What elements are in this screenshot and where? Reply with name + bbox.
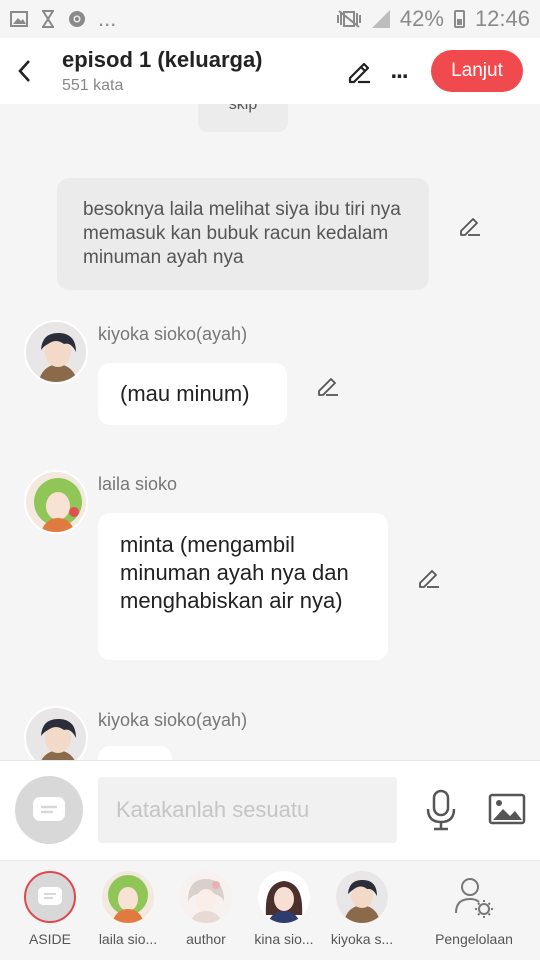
character-label: ASIDE (28, 931, 71, 947)
header-actions: ... Lanjut (339, 50, 523, 92)
manage-icon-wrap (448, 871, 500, 923)
skip-bubble[interactable]: skip (198, 104, 288, 132)
kina-avatar-icon (258, 871, 310, 923)
laila-avatar (102, 871, 154, 923)
avatar-laila[interactable] (24, 470, 88, 534)
chat-bubble-icon (38, 887, 62, 905)
message-input[interactable] (98, 777, 397, 843)
kina-avatar (258, 871, 310, 923)
continue-button[interactable]: Lanjut (431, 50, 523, 92)
input-bar (0, 760, 540, 860)
gallery-icon (10, 11, 28, 27)
status-dots: ... (98, 6, 117, 31)
message-bubble[interactable] (98, 746, 172, 760)
manage-characters-button[interactable]: Pengelolaan (424, 871, 524, 947)
kiyoka-avatar (336, 871, 388, 923)
chat-area[interactable]: skip besoknya laila melihat siya ibu tir… (0, 104, 540, 760)
laila-avatar-icon (102, 871, 154, 923)
signal-icon (371, 10, 390, 28)
kiyoka-avatar-icon (26, 322, 86, 382)
avatar-kiyoka[interactable] (24, 320, 88, 384)
character-laila[interactable]: laila sio... (90, 871, 166, 947)
speaker-name: kiyoka sioko(ayah) (98, 710, 248, 730)
aside-avatar (24, 871, 76, 923)
more-options-button[interactable]: ... (379, 51, 419, 91)
laila-avatar-icon (26, 472, 86, 532)
header: episod 1 (keluarga) 551 kata ... Lanjut (0, 38, 540, 104)
character-kiyoka[interactable]: kiyoka s... (324, 871, 400, 947)
chat-bubble-icon (33, 797, 65, 821)
character-label: kiyoka s... (330, 931, 394, 947)
character-label: author (186, 931, 226, 947)
battery-icon (453, 10, 465, 28)
author-avatar (180, 871, 232, 923)
character-label: kina sio... (254, 931, 314, 947)
word-count: 551 kata (62, 77, 124, 94)
edit-narration-icon[interactable] (458, 214, 482, 238)
message-bubble[interactable]: minta (mengambil minuman ayah nya dan me… (98, 513, 388, 660)
character-aside[interactable]: ASIDE (12, 871, 88, 947)
kiyoka-avatar-icon (26, 708, 86, 760)
message-bubble[interactable]: (mau minum) (98, 363, 287, 425)
character-label: Pengelolaan (435, 931, 513, 947)
microphone-icon (426, 789, 456, 831)
clock: 12:46 (474, 6, 530, 31)
edit-message-icon[interactable] (417, 566, 441, 590)
character-label: laila sio... (98, 931, 158, 947)
voice-button[interactable] (424, 789, 458, 836)
narration-bubble[interactable]: besoknya laila melihat siya ibu tiri nya… (57, 178, 429, 290)
user-settings-icon (455, 878, 493, 918)
edit-title-button[interactable] (339, 51, 379, 91)
character-author[interactable]: author (168, 871, 244, 947)
status-right: 42% 12:46 (336, 6, 530, 32)
status-bar: ... 42% 12:46 (0, 0, 540, 38)
image-icon (488, 793, 526, 825)
battery-percent: 42% (399, 6, 444, 31)
page-title: episod 1 (keluarga) (62, 47, 263, 72)
edit-message-icon[interactable] (316, 374, 340, 398)
pencil-icon (348, 62, 370, 84)
chrome-icon (69, 11, 85, 27)
character-bar: ASIDE laila sio... author kina sio... ki… (0, 860, 540, 960)
speaker-name: kiyoka sioko(ayah) (98, 324, 248, 344)
aside-toggle-button[interactable] (15, 776, 83, 844)
image-button[interactable] (488, 793, 526, 830)
avatar-kiyoka[interactable] (24, 706, 88, 760)
author-avatar-icon (180, 871, 232, 923)
chevron-left-icon (18, 60, 30, 82)
vibrate-mute-icon (336, 10, 361, 28)
title-block: episod 1 (keluarga) 551 kata (62, 47, 263, 95)
speaker-name: laila sioko (98, 474, 178, 494)
status-left: ... (10, 6, 116, 32)
hourglass-icon (42, 10, 54, 28)
kiyoka-avatar-icon (336, 871, 388, 923)
back-button[interactable] (0, 38, 48, 104)
character-kina[interactable]: kina sio... (246, 871, 322, 947)
